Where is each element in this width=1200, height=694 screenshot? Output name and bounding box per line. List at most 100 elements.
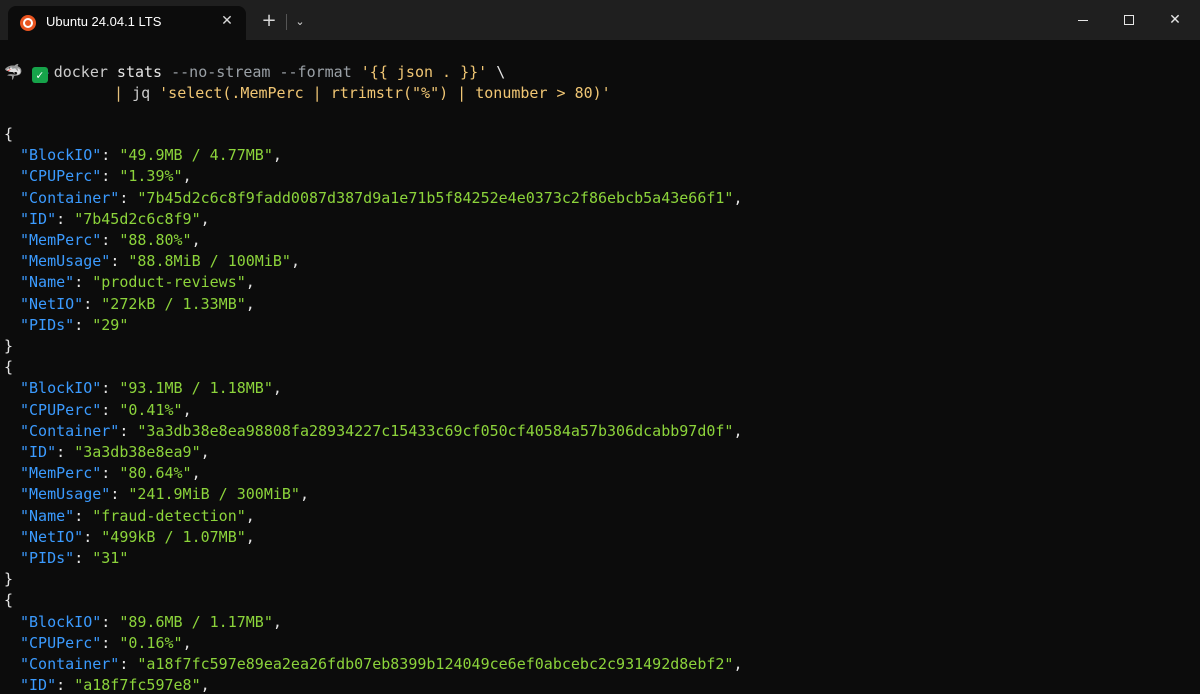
json-value: "272kB / 1.33MB": [101, 294, 246, 313]
json-key: "BlockIO": [20, 379, 102, 398]
json-key: "ID": [20, 443, 57, 461]
json-entry: "ID": "3a3db38e8ea9",: [20, 443, 210, 461]
json-key: "ID": [20, 676, 57, 694]
maximize-icon: [1124, 15, 1134, 25]
json-open-brace: {: [4, 591, 14, 610]
json-key: "MemUsage": [20, 252, 111, 271]
json-key: "CPUPerc": [20, 167, 102, 186]
json-value: "49.9MB / 4.77MB": [119, 146, 273, 165]
json-open-brace: {: [4, 358, 14, 377]
prompt-dir-line: ~: [4, 42, 49, 82]
json-entry: "NetIO": "499kB / 1.07MB",: [20, 527, 255, 546]
json-entry: "Container": "3a3db38e8ea98808fa28934227…: [20, 421, 743, 440]
json-value: "a18f7fc597e8": [74, 676, 201, 694]
tab-ubuntu[interactable]: Ubuntu 24.04.1 LTS ✕: [8, 6, 246, 40]
json-entry: "PIDs": "29": [20, 315, 129, 334]
json-entry: "BlockIO": "93.1MB / 1.18MB",: [20, 379, 282, 398]
json-value: "fraud-detection": [92, 506, 246, 525]
title-bar: Ubuntu 24.04.1 LTS ✕ + ⌄ ✕: [0, 0, 1200, 40]
json-key: "MemPerc": [20, 231, 102, 249]
json-close-brace: }: [4, 570, 14, 589]
chevron-down-icon[interactable]: ⌄: [289, 10, 311, 34]
json-value: "a18f7fc597e89ea2ea26fdb07eb8399b124049c…: [137, 655, 734, 673]
json-entry: "ID": "7b45d2c6c8f9",: [20, 209, 210, 228]
new-tab-button[interactable]: +: [257, 10, 281, 34]
command-jq-filter: 'select(.MemPerc | rtrimstr("%") | tonum…: [159, 84, 611, 102]
command-pipe: |: [114, 84, 133, 102]
json-value: "89.6MB / 1.17MB": [119, 612, 273, 631]
tab-separator: [286, 14, 287, 30]
json-entry: "CPUPerc": "1.39%",: [20, 167, 192, 186]
json-value: "88.80%": [119, 231, 192, 249]
command-option-format: --format: [270, 63, 361, 81]
json-key: "MemUsage": [20, 485, 111, 504]
command-jq: jq: [132, 84, 160, 102]
maximize-button[interactable]: [1106, 0, 1152, 40]
json-key: "CPUPerc": [20, 400, 102, 419]
json-key: "PIDs": [20, 549, 75, 567]
json-entry: "CPUPerc": "0.41%",: [20, 400, 192, 419]
command-arg: stats: [107, 63, 172, 81]
json-entry: "Name": "product-reviews",: [20, 273, 255, 292]
json-key: "ID": [20, 209, 57, 228]
json-key: "MemPerc": [20, 464, 102, 483]
command-line-2: | jq 'select(.MemPerc | rtrimstr("%") | …: [114, 83, 611, 104]
json-value: "80.64%": [119, 464, 192, 483]
json-key: "Container": [20, 188, 120, 207]
json-entry: "MemUsage": "241.9MiB / 300MiB",: [20, 485, 309, 504]
json-entry: "MemUsage": "88.8MiB / 100MiB",: [20, 252, 300, 271]
command-docker: docker: [53, 63, 108, 81]
shark-icon: 🦈: [4, 63, 23, 81]
json-key: "Container": [20, 655, 120, 673]
json-key: "NetIO": [20, 294, 84, 313]
json-value: "0.16%": [119, 633, 183, 652]
json-value: "241.9MiB / 300MiB": [128, 485, 300, 504]
json-entry: "CPUPerc": "0.16%",: [20, 633, 192, 652]
json-entry: "ID": "a18f7fc597e8",: [20, 676, 210, 694]
json-entry: "BlockIO": "49.9MB / 4.77MB",: [20, 146, 282, 165]
minimize-button[interactable]: [1060, 0, 1106, 40]
json-key: "BlockIO": [20, 612, 102, 631]
json-key: "Name": [20, 506, 75, 525]
json-key: "Container": [20, 421, 120, 440]
json-value: "31": [92, 549, 129, 567]
json-value: "1.39%": [119, 167, 183, 186]
json-entry: "MemPerc": "80.64%",: [20, 464, 201, 483]
json-entry: "PIDs": "31": [20, 549, 129, 567]
json-value: "29": [92, 315, 129, 334]
json-key: "Name": [20, 273, 75, 292]
json-value: "7b45d2c6c8f9": [74, 209, 201, 228]
minimize-icon: [1078, 19, 1088, 21]
json-value: "product-reviews": [92, 273, 246, 292]
json-value: "3a3db38e8ea9": [74, 443, 201, 461]
command-continuation: \: [487, 63, 506, 81]
json-key: "NetIO": [20, 527, 84, 546]
ubuntu-icon: [20, 15, 36, 31]
json-value: "93.1MB / 1.18MB": [119, 379, 273, 398]
json-close-brace: }: [4, 337, 14, 355]
json-key: "CPUPerc": [20, 633, 102, 652]
json-value: "88.8MiB / 100MiB": [128, 252, 291, 271]
tab-title: Ubuntu 24.04.1 LTS: [46, 14, 162, 29]
json-value: "499kB / 1.07MB": [101, 527, 246, 546]
json-entry: "NetIO": "272kB / 1.33MB",: [20, 294, 255, 313]
json-value: "3a3db38e8ea98808fa28934227c15433c69cf05…: [137, 421, 734, 440]
json-value: "0.41%": [119, 400, 183, 419]
close-icon: ✕: [1169, 12, 1181, 28]
json-key: "BlockIO": [20, 146, 102, 165]
json-entry: "BlockIO": "89.6MB / 1.17MB",: [20, 612, 282, 631]
close-window-button[interactable]: ✕: [1152, 0, 1198, 40]
check-icon: ✓: [31, 67, 48, 83]
json-key: "PIDs": [20, 315, 75, 334]
terminal-body[interactable]: ~ 🦈 ✓ docker stats --no-stream --format '…: [0, 40, 1200, 694]
json-entry: "Name": "fraud-detection",: [20, 506, 255, 525]
json-value: "7b45d2c6c8f9fadd0087d387d9a1e71b5f84252…: [137, 188, 734, 207]
json-open-brace: {: [4, 125, 14, 143]
json-entry: "MemPerc": "88.80%",: [20, 231, 201, 249]
json-entry: "Container": "a18f7fc597e89ea2ea26fdb07e…: [20, 655, 743, 673]
command-format-string: '{{ json . }}': [360, 63, 488, 81]
command-line-1: 🦈 ✓ docker stats --no-stream --format '{{…: [4, 62, 505, 83]
command-option-nostream: --no-stream: [171, 63, 271, 81]
tab-close-icon[interactable]: ✕: [216, 10, 238, 32]
json-entry: "Container": "7b45d2c6c8f9fadd0087d387d9…: [20, 188, 743, 207]
